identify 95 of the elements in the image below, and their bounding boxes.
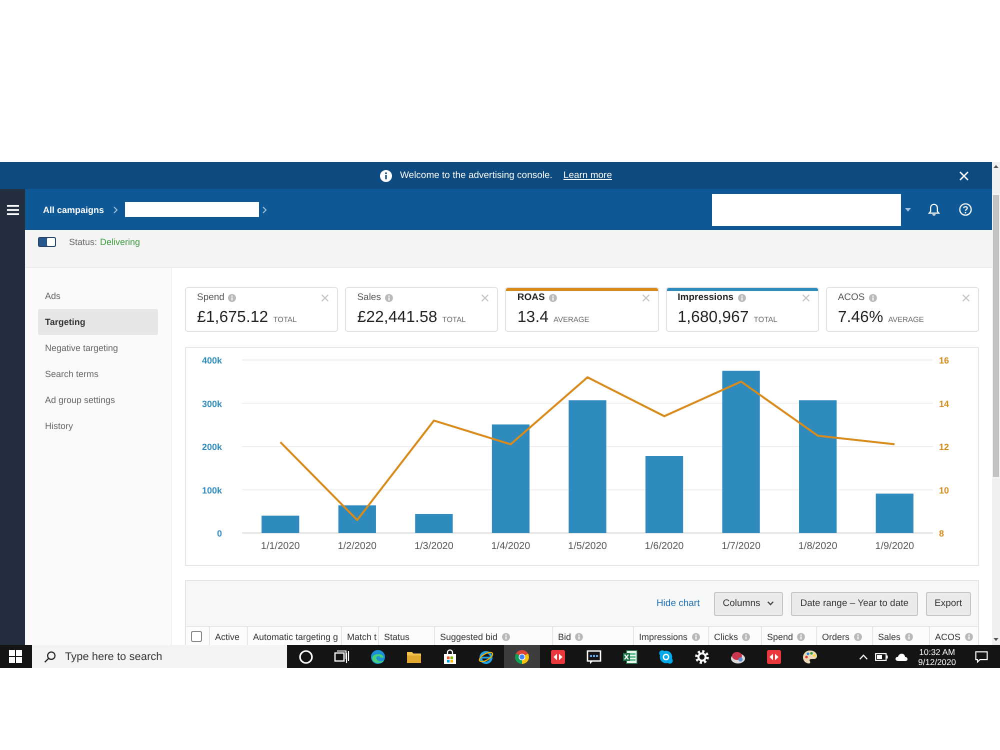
sidebar-item[interactable]: Negative targeting: [38, 335, 158, 361]
dropdown-button[interactable]: Columns: [714, 592, 784, 616]
clock-date: 9/12/2020: [918, 656, 956, 666]
axis-label: 16: [939, 356, 950, 366]
bar: [338, 505, 376, 533]
search-field[interactable]: Type here to search: [32, 645, 287, 668]
info-icon: [228, 294, 236, 302]
metric-value: 7.46%: [838, 309, 884, 327]
caret-icon[interactable]: [905, 208, 911, 212]
axis-label: 0: [216, 528, 222, 538]
chevron-up-icon[interactable]: [859, 654, 868, 660]
status-value: Delivering: [100, 237, 140, 247]
axis-label: 1/4/2020: [491, 541, 530, 552]
axis-label: 8: [939, 528, 944, 538]
bar: [415, 514, 453, 533]
notifications-icon[interactable]: [975, 650, 988, 662]
metric-value: 1,680,967: [678, 309, 749, 327]
breadcrumb-link[interactable]: All campaigns: [43, 204, 104, 214]
axis-label: 1/1/2020: [260, 541, 300, 552]
bell-icon[interactable]: [928, 203, 940, 216]
scrollbar[interactable]: [992, 162, 1000, 645]
chat-icon: [586, 648, 602, 664]
info-icon: [797, 632, 806, 640]
app-tile-icon: [550, 648, 566, 664]
axis-label: 1/5/2020: [568, 541, 607, 552]
toolbar-button[interactable]: Date range – Year to date: [791, 592, 918, 616]
clock-time: 10:32 AM: [919, 646, 956, 656]
toggle-switch[interactable]: [38, 237, 56, 247]
circle-icon: [298, 648, 314, 664]
axis-label: 10: [939, 485, 950, 496]
info-icon: [384, 294, 393, 302]
learn-more-link[interactable]: Learn more: [563, 170, 612, 181]
metric-value: £1,675.12: [197, 309, 268, 327]
bar: [262, 516, 300, 533]
info-icon: [575, 632, 584, 640]
bar: [876, 494, 914, 533]
info-icon: [502, 632, 510, 640]
sidebar-item[interactable]: Ads: [38, 283, 158, 309]
select-all-checkbox[interactable]: [191, 631, 202, 642]
axis-label: 1/7/2020: [722, 541, 761, 552]
axis-label: 1/8/2020: [798, 541, 838, 552]
metric-value: 13.4: [517, 309, 549, 327]
axis-label: 14: [939, 398, 950, 409]
info-icon: [692, 632, 700, 640]
spreadsheet-icon: [622, 648, 638, 664]
sidebar-item[interactable]: Ad group settings: [38, 387, 158, 413]
browser-icon: [514, 648, 530, 664]
sidebar-item[interactable]: History: [38, 413, 158, 439]
cloud-icon[interactable]: [895, 652, 908, 660]
info-icon: [904, 632, 913, 640]
task-view-icon: [334, 648, 350, 664]
axis-label: 1/2/2020: [338, 541, 377, 552]
menu-icon[interactable]: [6, 205, 18, 215]
axis-label: 1/3/2020: [414, 541, 454, 552]
browser-icon: [370, 648, 386, 664]
sidebar-item[interactable]: Targeting: [38, 309, 158, 335]
metric-label: ACOS: [838, 292, 865, 303]
sidebar-item[interactable]: Search terms: [38, 361, 158, 387]
help-icon[interactable]: [959, 203, 972, 216]
axis-label: 1/6/2020: [644, 541, 684, 552]
axis-label: 1/9/2020: [875, 541, 914, 552]
info-icon: [854, 632, 862, 640]
axis-label: 12: [939, 442, 950, 452]
info-icon: [868, 294, 877, 302]
metric-value: £22,441.58: [357, 309, 438, 327]
axis-label: 200k: [202, 442, 222, 452]
browser-icon: [478, 648, 494, 664]
start-icon[interactable]: [9, 650, 22, 663]
axis-label: 100k: [202, 485, 222, 496]
settings-icon: [694, 648, 710, 664]
metric-label: Impressions: [678, 292, 734, 303]
axis-label: 400k: [202, 356, 222, 366]
chevron-icon: [262, 206, 268, 214]
info-icon: [548, 294, 557, 302]
banner-message: Welcome to the advertising console.: [400, 170, 552, 181]
metric-label: Sales: [357, 292, 381, 303]
info-icon: [738, 294, 746, 302]
chevron-icon: [113, 206, 118, 214]
axis-label: 300k: [202, 398, 222, 409]
toolbar-button[interactable]: Export: [926, 592, 971, 616]
palette-icon: [802, 648, 818, 664]
taskbar-button[interactable]: [504, 645, 540, 668]
hide-chart-link[interactable]: Hide chart: [656, 598, 700, 609]
battery-icon[interactable]: [875, 652, 888, 660]
info-icon: [380, 170, 392, 182]
status-label: Status:: [69, 237, 98, 247]
caret-icon: [767, 601, 774, 606]
info-icon: [964, 632, 973, 640]
search-icon: [44, 651, 56, 663]
messaging-icon: [658, 648, 674, 664]
metric-label: Spend: [197, 292, 224, 303]
app-tile-icon: [766, 648, 782, 664]
shopping-bag-icon: [442, 648, 458, 664]
info-icon: [742, 632, 750, 640]
metric-label: ROAS: [517, 292, 545, 303]
